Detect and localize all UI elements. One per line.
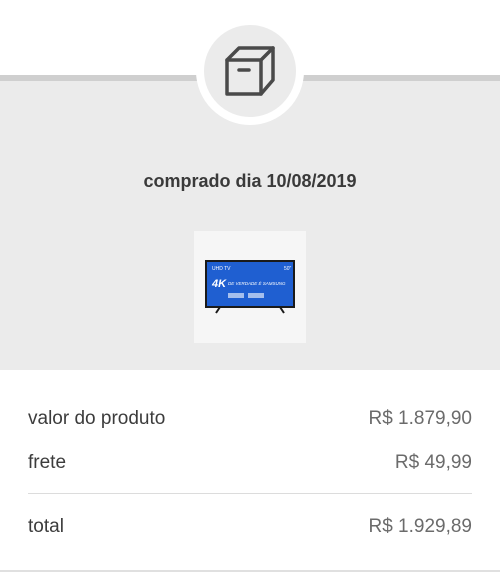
shipping-row: frete R$ 49,99 [28,452,472,474]
total-value: R$ 1.929,89 [368,516,472,537]
box-icon-circle [204,25,296,117]
purchase-date: comprado dia 10/08/2019 [143,171,357,191]
shipping-value: R$ 49,99 [394,452,472,473]
tv-tagline: DE VERDADE É SAMSUNG [228,280,286,286]
box-icon-container [196,17,304,125]
bottom-divider [0,570,500,572]
order-details-page: comprado dia 10/08/2019 UHD TV 50" 4K DE… [0,0,500,587]
product-price-label: valor do produto [28,408,166,429]
product-price-value: R$ 1.879,90 [368,408,472,429]
tv-caption-size: 50" [284,266,292,272]
tv-product-image: UHD TV 50" 4K DE VERDADE É SAMSUNG [205,260,295,314]
total-row: total R$ 1.929,89 [28,516,472,538]
box-icon [225,46,275,96]
total-label: total [28,516,64,537]
tv-caption-small: UHD TV [212,266,231,272]
product-thumbnail[interactable]: UHD TV 50" 4K DE VERDADE É SAMSUNG [194,231,306,343]
summary-divider [28,493,472,494]
product-price-row: valor do produto R$ 1.879,90 [28,408,472,430]
price-summary: valor do produto R$ 1.879,90 frete R$ 49… [28,370,472,538]
shipping-label: frete [28,452,67,473]
tv-headline: 4K [211,278,227,290]
